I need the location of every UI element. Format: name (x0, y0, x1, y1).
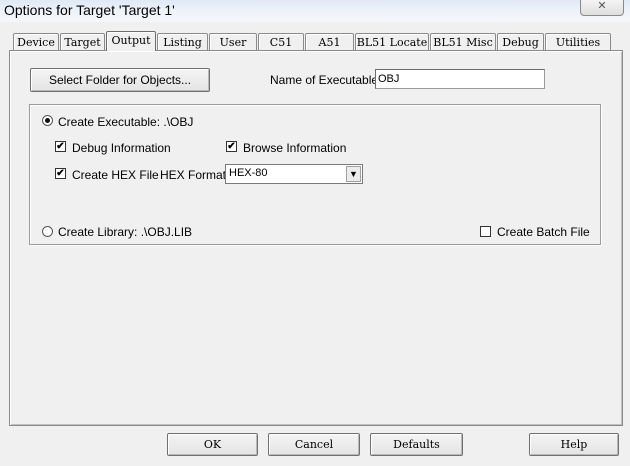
checkmark-icon: ✔ (56, 168, 65, 179)
tab-bl51-locate[interactable]: BL51 Locate (355, 33, 429, 50)
create-hex-checkbox[interactable]: ✔ (55, 168, 66, 179)
tab-target[interactable]: Target (60, 33, 105, 50)
tab-label: Utilities (555, 36, 601, 49)
chevron-down-icon[interactable]: ▼ (346, 166, 361, 182)
hex-format-select[interactable]: HEX-80 ▼ (225, 164, 363, 184)
defaults-label: Defaults (393, 438, 440, 451)
tab-label: Device (17, 36, 55, 49)
ok-label: OK (203, 438, 222, 451)
batch-file-checkbox[interactable] (480, 226, 491, 237)
tab-label: BL51 Locate (356, 36, 428, 49)
debug-info-checkbox[interactable]: ✔ (55, 141, 66, 152)
close-button[interactable]: ✕ (580, 0, 624, 16)
debug-info-label: Debug Information (72, 141, 171, 155)
create-hex-label: Create HEX File (72, 168, 159, 182)
browse-info-label: Browse Information (243, 141, 347, 155)
cancel-button[interactable]: Cancel (268, 433, 360, 456)
tab-label: C51 (269, 36, 293, 49)
tab-label: Debug (502, 36, 539, 49)
defaults-button[interactable]: Defaults (370, 433, 463, 456)
tab-user[interactable]: User (209, 33, 257, 50)
ok-button[interactable]: OK (167, 433, 258, 456)
tab-label: A51 (318, 36, 341, 49)
tab-label: Output (111, 34, 151, 47)
window-title: Options for Target 'Target 1' (4, 2, 175, 18)
create-library-label: Create Library: .\OBJ.LIB (58, 225, 193, 239)
tab-output[interactable]: Output (106, 31, 156, 51)
tab-utilities[interactable]: Utilities (545, 33, 611, 50)
browse-info-checkbox[interactable]: ✔ (226, 141, 237, 152)
tab-c51[interactable]: C51 (258, 33, 304, 50)
tab-listing[interactable]: Listing (157, 33, 208, 50)
create-library-radio[interactable] (42, 226, 53, 237)
tab-label: User (219, 36, 247, 49)
tab-label: Listing (163, 36, 202, 49)
create-executable-radio[interactable] (42, 115, 53, 126)
select-folder-button[interactable]: Select Folder for Objects... (30, 68, 210, 92)
checkmark-icon: ✔ (227, 141, 236, 152)
help-label: Help (560, 438, 588, 451)
close-icon: ✕ (597, 0, 607, 12)
tab-label: Target (64, 36, 101, 49)
help-button[interactable]: Help (529, 433, 619, 456)
select-folder-label: Select Folder for Objects... (48, 73, 192, 87)
batch-file-label: Create Batch File (497, 225, 590, 239)
tab-label: BL51 Misc (433, 36, 493, 49)
checkmark-icon: ✔ (56, 141, 65, 152)
hex-format-value: HEX-80 (229, 167, 268, 179)
executable-name-input[interactable]: OBJ (375, 69, 545, 89)
tab-a51[interactable]: A51 (305, 33, 354, 50)
executable-name-label: Name of Executable: (270, 73, 382, 87)
tab-device[interactable]: Device (13, 33, 59, 50)
tab-debug[interactable]: Debug (497, 33, 544, 50)
cancel-label: Cancel (294, 438, 334, 451)
hex-format-label: HEX Format: (160, 168, 230, 182)
tab-bl51-misc[interactable]: BL51 Misc (430, 33, 496, 50)
title-bar: Options for Target 'Target 1' ✕ (0, 0, 630, 22)
create-executable-label: Create Executable: .\OBJ (58, 115, 194, 129)
